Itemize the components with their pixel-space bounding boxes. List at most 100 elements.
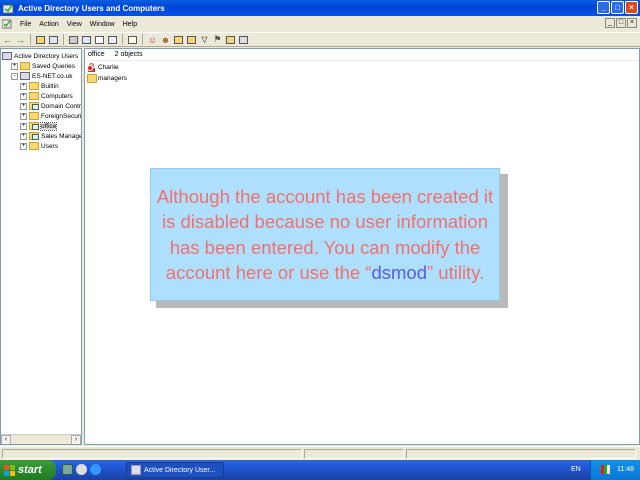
toolbar-separator — [30, 34, 31, 45]
menu-file[interactable]: File — [16, 21, 35, 28]
taskbar: start Active Directory User... EN 11:48 — [0, 460, 640, 480]
show-tree-icon[interactable] — [48, 34, 59, 45]
clock[interactable]: 11:48 — [617, 466, 634, 473]
forward-arrow-icon[interactable]: → — [15, 34, 26, 45]
find-icon[interactable] — [186, 34, 197, 45]
add-to-group-icon[interactable]: ⚑ — [212, 34, 223, 45]
collapse-icon[interactable]: - — [11, 72, 18, 80]
refresh-icon[interactable] — [94, 34, 105, 45]
ou-icon — [29, 132, 39, 140]
status-segment — [304, 449, 404, 459]
tree-item-label: ForeignSecurit — [41, 112, 82, 120]
new-group-icon[interactable]: ☻ — [160, 34, 171, 45]
help-icon[interactable] — [127, 34, 138, 45]
child-close-button[interactable]: × — [627, 18, 637, 28]
child-minimize-button[interactable]: _ — [605, 18, 615, 28]
tree-item-sales-manager[interactable]: + Sales Manager — [20, 131, 82, 141]
expand-icon[interactable]: + — [20, 112, 27, 120]
menu-window[interactable]: Window — [86, 21, 119, 28]
expand-icon[interactable]: + — [20, 82, 27, 90]
tree-item-label: Sales Manager — [41, 132, 82, 140]
status-bar — [0, 446, 640, 460]
folder-icon — [29, 82, 39, 90]
menu-bar: File Action View Window Help _ □ × — [0, 17, 640, 31]
scroll-right-icon[interactable]: › — [71, 435, 81, 444]
quick-launch — [62, 464, 101, 475]
tray-network-icon[interactable] — [601, 465, 610, 474]
minimize-button[interactable]: _ — [597, 1, 610, 14]
media-player-icon[interactable] — [76, 464, 87, 475]
status-segment — [406, 449, 636, 459]
mmc-icon — [131, 465, 141, 475]
tree-item-computers[interactable]: + Computers — [20, 91, 73, 101]
mmc-app-icon[interactable] — [2, 3, 14, 14]
list-item-label: managers — [98, 74, 127, 82]
tree-item-office[interactable]: + office — [20, 121, 58, 131]
tree-item-label: Builtin — [41, 82, 59, 90]
taskbar-item-active-directory[interactable]: Active Directory User... — [126, 462, 224, 478]
back-arrow-icon[interactable]: ← — [2, 34, 13, 45]
list-item-label: Charlie — [98, 63, 119, 71]
start-button[interactable]: start — [0, 460, 56, 480]
menu-action[interactable]: Action — [35, 21, 62, 28]
group-icon — [87, 73, 97, 83]
tree-item-es-net-co-uk[interactable]: - ES-NET.co.uk — [11, 71, 72, 81]
menu-view[interactable]: View — [63, 21, 86, 28]
expand-icon[interactable]: + — [20, 122, 27, 130]
tree-item-label: Domain Contro — [41, 102, 82, 110]
child-restore-button[interactable]: □ — [616, 18, 626, 28]
folder-icon — [29, 112, 39, 120]
desktop-icon[interactable] — [62, 464, 73, 475]
tutorial-callout: Although the account has been created it… — [150, 168, 500, 301]
tree-item-label: Active Directory Users — [14, 52, 79, 60]
toolbar: ← → ☺ ☻ ▽ ⚑ — [0, 32, 640, 47]
filter-icon[interactable]: ▽ — [199, 34, 210, 45]
domain-icon — [20, 72, 30, 80]
console-tree[interactable]: Active Directory Users + Saved Queries - ES-… — [0, 48, 82, 445]
expand-icon[interactable]: + — [11, 62, 18, 70]
language-indicator[interactable]: EN — [571, 466, 581, 473]
query-icon[interactable] — [238, 34, 249, 45]
tree-item-domain-contro[interactable]: + Domain Contro — [20, 101, 82, 111]
list-item-managers[interactable]: managers — [87, 73, 127, 83]
menu-help[interactable]: Help — [119, 21, 141, 28]
system-tray: 11:48 — [590, 460, 640, 480]
tree-item-foreignsecurit[interactable]: + ForeignSecurit — [20, 111, 82, 121]
expand-icon[interactable]: + — [20, 102, 27, 110]
delete-icon[interactable] — [68, 34, 79, 45]
tree-item-saved-queries[interactable]: + Saved Queries — [11, 61, 75, 71]
maximize-button[interactable]: □ — [611, 1, 624, 14]
window-title: Active Directory Users and Computers — [18, 3, 165, 13]
scroll-left-icon[interactable]: ‹ — [1, 435, 11, 444]
close-button[interactable]: × — [625, 1, 638, 14]
internet-explorer-icon[interactable] — [90, 464, 101, 475]
expand-icon[interactable]: + — [20, 142, 27, 150]
object-count: 2 objects — [114, 51, 143, 58]
new-user-icon[interactable]: ☺ — [147, 34, 158, 45]
export-list-icon[interactable] — [107, 34, 118, 45]
tree-item-label: Users — [41, 142, 58, 150]
expand-icon[interactable]: + — [20, 92, 27, 100]
tree-item-builtin[interactable]: + Builtin — [20, 81, 59, 91]
dsmod-command: dsmod — [371, 262, 427, 283]
expand-icon[interactable]: + — [20, 132, 27, 140]
tree-item-label: office — [39, 121, 58, 131]
tree-item-active-directory-users[interactable]: Active Directory Users — [2, 51, 78, 61]
list-item-charlie[interactable]: Charlie — [87, 62, 119, 72]
title-bar: Active Directory Users and Computers _ □… — [0, 0, 640, 16]
new-ou-icon[interactable] — [173, 34, 184, 45]
properties-icon[interactable] — [81, 34, 92, 45]
tree-item-users[interactable]: + Users — [20, 141, 58, 151]
directory-root-icon — [2, 52, 12, 60]
toolbar-separator — [142, 34, 143, 45]
status-segment — [2, 449, 302, 459]
details-header: office 2 objects — [85, 49, 639, 61]
folder-icon — [29, 92, 39, 100]
toolbar-separator — [63, 34, 64, 45]
folder-properties-icon[interactable] — [225, 34, 236, 45]
console-menu-icon[interactable] — [1, 19, 12, 29]
horizontal-scrollbar[interactable]: ‹ › — [1, 434, 81, 444]
disabled-user-icon — [87, 62, 97, 72]
toolbar-separator — [122, 34, 123, 45]
up-folder-icon[interactable] — [35, 34, 46, 45]
